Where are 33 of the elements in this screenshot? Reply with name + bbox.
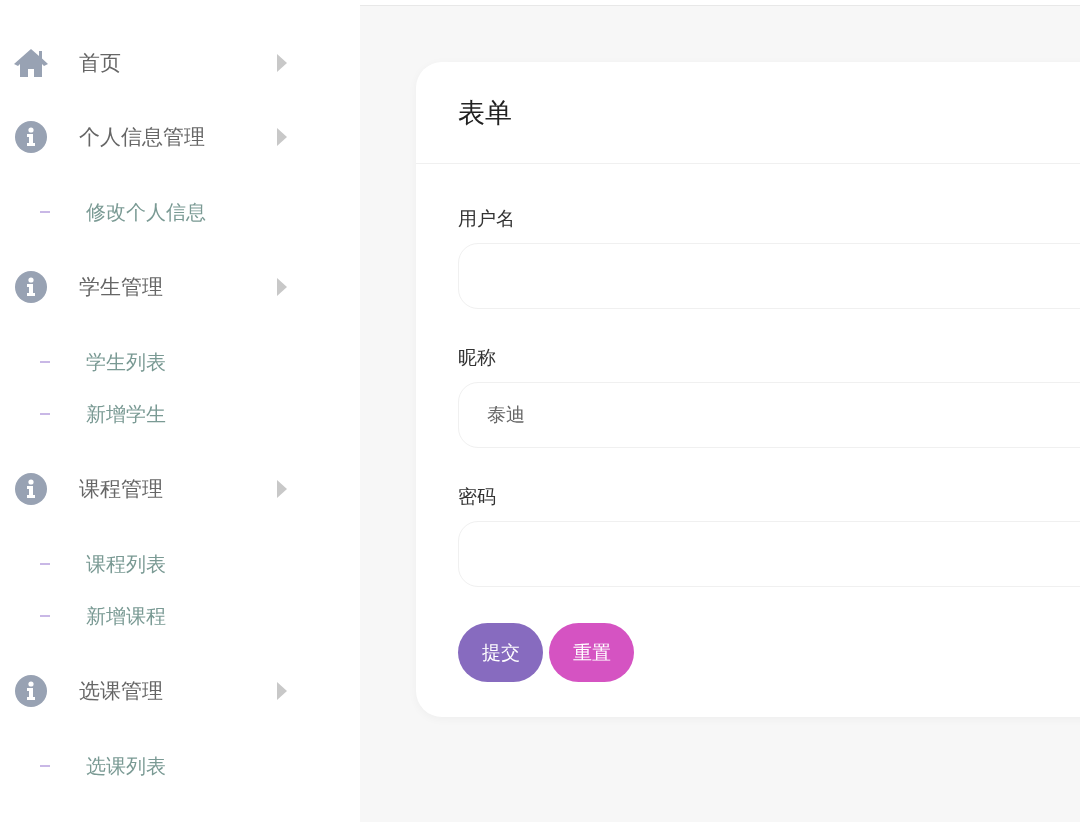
field-label: 密码 xyxy=(458,484,497,509)
menu-item[interactable]: 学生管理 xyxy=(79,273,276,301)
field-label: 昵称 xyxy=(458,345,497,370)
caret-icon xyxy=(276,127,288,147)
menu-item[interactable]: 选课管理 xyxy=(79,677,276,705)
field-label: 用户名 xyxy=(458,206,516,231)
dash-icon xyxy=(40,211,50,213)
caret-icon xyxy=(276,53,288,73)
menu-item[interactable]: 首页 xyxy=(79,49,276,77)
dash-icon xyxy=(40,413,50,415)
submenu-item[interactable]: 学生列表 xyxy=(86,348,166,376)
card-title: 表单 xyxy=(458,95,512,130)
reset-button[interactable]: 重置 xyxy=(549,623,634,682)
dash-icon xyxy=(40,361,50,363)
dash-icon xyxy=(40,615,50,617)
info-icon xyxy=(12,118,50,156)
dash-icon xyxy=(40,765,50,767)
input-field[interactable]: 泰迪 xyxy=(458,382,1080,448)
submenu-item[interactable]: 新增课程 xyxy=(86,602,166,630)
submenu-item[interactable]: 课程列表 xyxy=(86,550,166,578)
submenu-item[interactable]: 新增学生 xyxy=(86,400,166,428)
info-icon xyxy=(12,268,50,306)
caret-icon xyxy=(276,479,288,499)
submenu-item[interactable]: 选课列表 xyxy=(86,752,166,780)
menu-item[interactable]: 课程管理 xyxy=(79,475,276,503)
caret-icon xyxy=(276,681,288,701)
dash-icon xyxy=(40,563,50,565)
menu-item[interactable]: 个人信息管理 xyxy=(79,123,276,151)
info-icon xyxy=(12,470,50,508)
info-icon xyxy=(12,672,50,710)
submenu-item[interactable]: 修改个人信息 xyxy=(86,198,206,226)
caret-icon xyxy=(276,277,288,297)
submit-button[interactable]: 提交 xyxy=(458,623,543,682)
